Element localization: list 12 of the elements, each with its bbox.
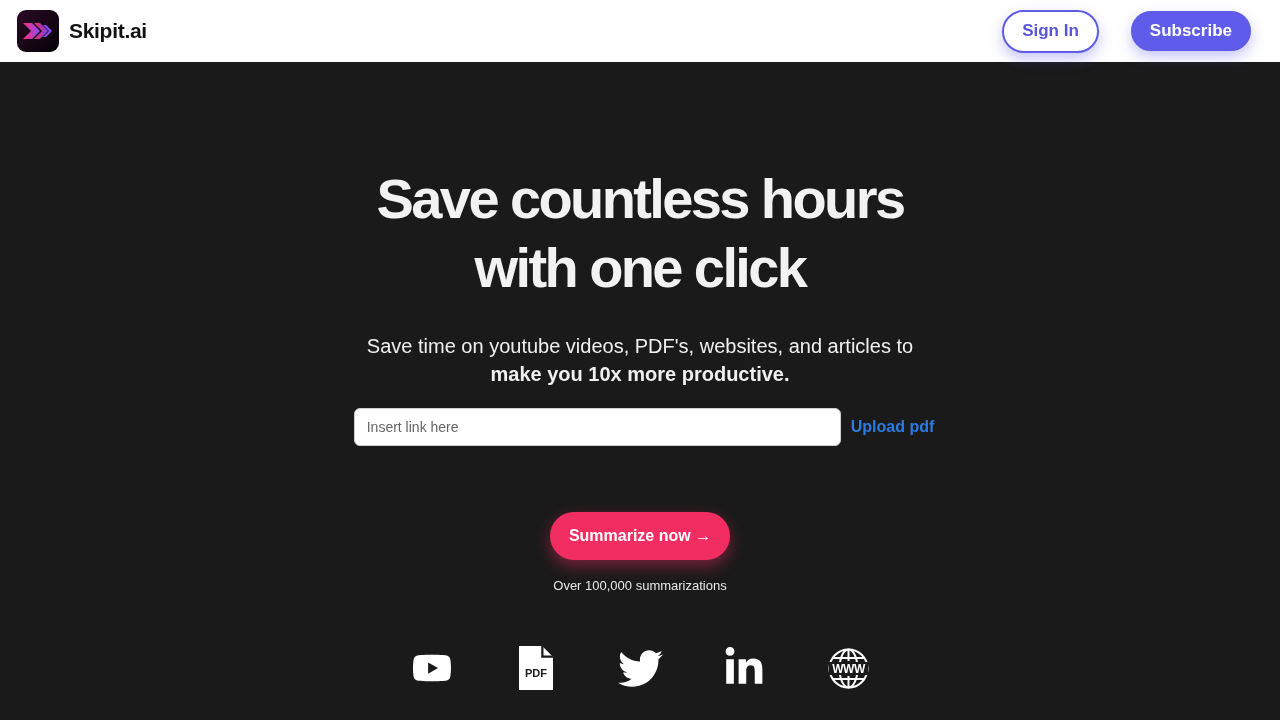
hero-title: Save countless hours with one click [376,166,904,301]
subscribe-button[interactable]: Subscribe [1130,11,1251,51]
sign-in-button[interactable]: Sign In [1002,9,1099,53]
summarization-count: Over 100,000 summarizations [553,577,727,595]
summarize-button[interactable]: Summarize now → [549,512,731,560]
hero-subtitle: Save time on youtube videos, PDF's, websites, and articles to make you 10x more productive. [366,334,914,387]
brand-name: Skipit.ai [69,19,147,43]
globe-icon: WWW [827,647,869,689]
link-input-field[interactable]: Insert link here [353,408,841,446]
upload-pdf-link[interactable]: Upload pdf [850,418,935,436]
pdf-file-icon: PDF [519,646,553,690]
logo-icon [17,10,59,52]
